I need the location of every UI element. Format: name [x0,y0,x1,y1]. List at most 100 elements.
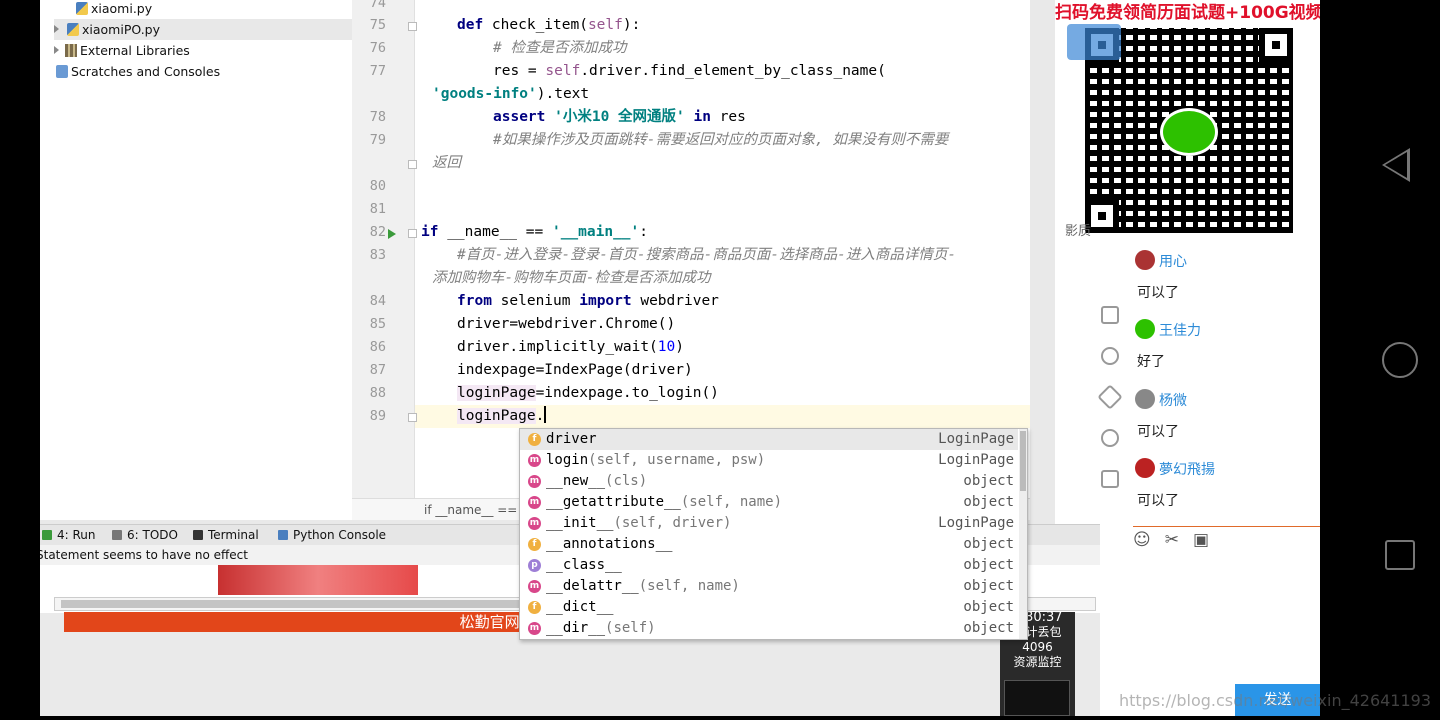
code-line-84: from selenium import webdriver [457,293,719,309]
code-line-76: # 检查是否添加成功 [493,40,627,56]
line-number: 84 [369,293,386,309]
recent-apps-nav-icon[interactable] [1385,540,1415,570]
scissors-icon[interactable]: ✂ [1165,530,1193,550]
python-console-icon [278,530,288,540]
method-icon: m [528,517,541,530]
chat-message: 可以了 [1137,424,1179,440]
home-nav-icon[interactable] [1382,342,1418,378]
line-number: 81 [369,201,386,217]
user-icon[interactable] [1101,347,1119,365]
watermark-text: https://blog.csdn.net/weixin_42641193 [1119,691,1432,710]
completion-item[interactable]: m __dir__(self) object [520,618,1018,639]
tree-item-xiaomi-py[interactable]: xiaomi.py [76,0,152,19]
expand-arrow-icon[interactable] [54,46,59,54]
cart-icon[interactable] [1101,470,1119,488]
field-icon: f [528,433,541,446]
chat-message: 好了 [1137,354,1165,370]
terminal-icon [193,530,203,540]
code-line-86: driver.implicitly_wait(10) [457,339,684,355]
code-line-77: res = self.driver.find_element_by_class_… [493,63,886,79]
field-icon: f [528,601,541,614]
monitor-graph [1004,680,1070,716]
tree-item-scratches[interactable]: Scratches and Consoles [54,61,220,82]
scrollbar-thumb[interactable] [1020,431,1026,491]
autocomplete-popup[interactable]: f driver LoginPage m login(self, usernam… [519,428,1028,640]
fold-icon[interactable] [408,160,417,169]
chat-username: 王佳力 [1159,323,1201,339]
avatar [1135,458,1155,478]
field-icon: f [528,538,541,551]
completion-item[interactable]: m __init__(self, driver) LoginPage [520,513,1018,534]
terminal-tool-button[interactable]: Terminal [193,525,259,546]
image-icon[interactable]: ▣ [1193,530,1223,550]
code-line-87: indexpage=IndexPage(driver) [457,362,693,378]
line-number: 77 [369,63,386,79]
chat-message: 可以了 [1137,285,1179,301]
code-line-89[interactable]: loginPage. [457,405,547,428]
completion-item[interactable]: m login(self, username, psw) LoginPage [520,450,1018,471]
ide-screen: xiaomi.py xiaomiPO.py External Libraries… [40,0,1320,716]
qr-promo-title: 扫码免费领简历面试题+100G视频 [1055,0,1320,26]
code-line-78: assert '小米10 全网通版' in res [493,109,746,125]
library-icon [65,44,77,57]
method-icon: m [528,454,541,467]
back-nav-icon[interactable] [1382,148,1410,182]
code-line-88: loginPage=indexpage.to_login() [457,385,719,401]
code-line-83-wrap: 添加购物车-购物车页面-检查是否添加成功 [432,270,711,286]
completion-item[interactable]: m __getattribute__(self, name) object [520,492,1018,513]
code-line-77-wrap: 'goods-info').text [432,86,590,102]
completion-item[interactable]: f driver LoginPage [520,429,1018,450]
avatar [1135,250,1155,270]
code-line-85: driver=webdriver.Chrome() [457,316,676,332]
project-tree: xiaomi.py xiaomiPO.py External Libraries… [40,0,353,520]
fold-icon[interactable] [408,22,417,31]
method-icon: m [528,580,541,593]
status-message: Statement seems to have no effect [40,548,248,562]
code-line-82: if __name__ == '__main__': [421,224,649,240]
python-console-tool-button[interactable]: Python Console [278,525,386,546]
tree-item-xiaomipo-py[interactable]: xiaomiPO.py [54,19,352,40]
wrench-icon[interactable] [1097,384,1123,410]
line-number: 82 [369,224,386,240]
completion-item[interactable]: f __annotations__ object [520,534,1018,555]
chat-message: 可以了 [1137,493,1179,509]
completion-item[interactable]: p __class__ object [520,555,1018,576]
line-number: 76 [369,40,386,56]
popup-scrollbar[interactable] [1019,429,1027,639]
expand-arrow-icon[interactable] [54,25,59,33]
code-line-79: #如果操作涉及页面跳转-需要返回对应的页面对象, 如果没有则不需要 [493,132,949,148]
chat-username: 杨微 [1159,393,1187,409]
wechat-icon [1160,108,1218,156]
method-icon: m [528,475,541,488]
tree-item-external-libraries[interactable]: External Libraries [54,40,190,61]
line-number: 86 [369,339,386,355]
line-number: 80 [369,178,386,194]
line-number: 74 [369,0,386,11]
code-line-83: #首页-进入登录-登录-首页-搜索商品-商品页面-选择商品-进入商品详情页- [457,247,957,263]
python-file-icon [76,2,88,15]
emoji-icon[interactable]: ☺ [1133,530,1165,550]
refresh-icon[interactable] [1101,429,1119,447]
avatar [1135,389,1155,409]
line-number: 88 [369,385,386,401]
run-gutter-icon[interactable] [388,229,396,239]
todo-tool-button[interactable]: 6: TODO [112,525,178,546]
tencent-classroom-logo [1067,24,1121,60]
fold-icon[interactable] [408,229,417,238]
resource-monitor-label: 资源监控 [1013,655,1062,669]
code-line-79-wrap: 返回 [432,155,461,171]
line-number: 87 [369,362,386,378]
run-tool-button[interactable]: 4: Run [42,525,96,546]
method-icon: m [528,496,541,509]
completion-item[interactable]: f __dict__ object [520,597,1018,618]
avatar [1135,319,1155,339]
code-line-75: def check_item(self): [457,17,641,33]
bookmark-icon[interactable] [1101,306,1119,324]
completion-item[interactable]: m __new__(cls) object [520,471,1018,492]
line-number: 75 [369,17,386,33]
qr-corner [1259,28,1293,62]
run-icon [42,530,52,540]
text-caret [544,406,547,423]
fold-icon[interactable] [408,413,417,422]
completion-item[interactable]: m __delattr__(self, name) object [520,576,1018,597]
